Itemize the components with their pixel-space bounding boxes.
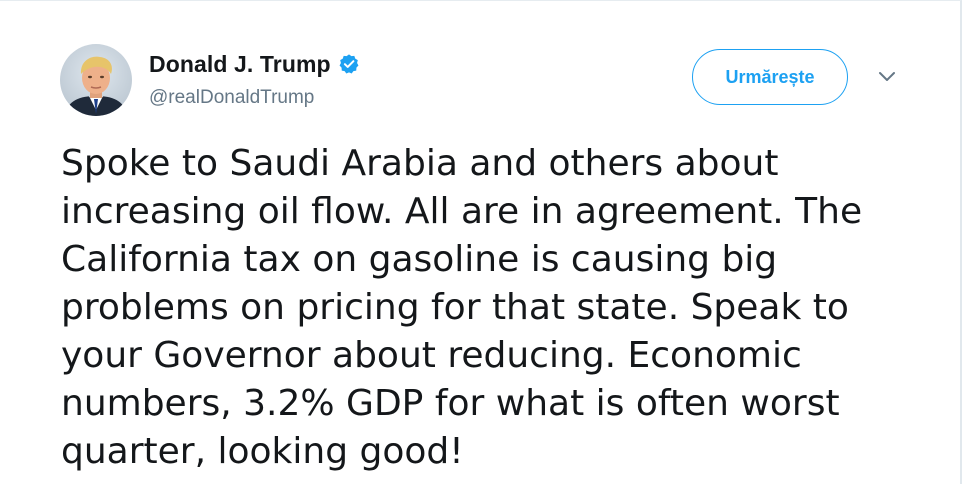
tweet-menu-button[interactable]	[876, 69, 898, 85]
author-handle[interactable]: @realDonaldTrump	[149, 87, 314, 109]
author-display-name[interactable]: Donald J. Trump	[149, 51, 331, 78]
tweet-text-line: problems on pricing for that state. Spea…	[61, 287, 849, 328]
author-name-row: Donald J. Trump	[149, 49, 360, 79]
author-avatar[interactable]	[60, 44, 132, 116]
follow-button[interactable]: Urmărește	[692, 49, 848, 105]
tweet-text-line: increasing oil flow. All are in agreemen…	[61, 191, 863, 232]
tweet-text-line: your Governor about reducing. Economic	[61, 335, 802, 376]
tweet-text-line: numbers, 3.2% GDP for what is often wors…	[61, 383, 840, 424]
tweet-text-line: California tax on gasoline is causing bi…	[61, 239, 778, 280]
chevron-down-icon	[879, 72, 895, 81]
verified-badge-icon	[338, 53, 360, 75]
tweet-text-line: Spoke to Saudi Arabia and others about	[61, 143, 779, 184]
tweet-text: Spoke to Saudi Arabia and others about i…	[61, 140, 921, 476]
tweet-text-line: quarter, looking good!	[61, 431, 464, 472]
tweet-card: Donald J. Trump @realDonaldTrump Urmăreș…	[0, 0, 962, 484]
profile-photo-icon	[60, 44, 132, 116]
